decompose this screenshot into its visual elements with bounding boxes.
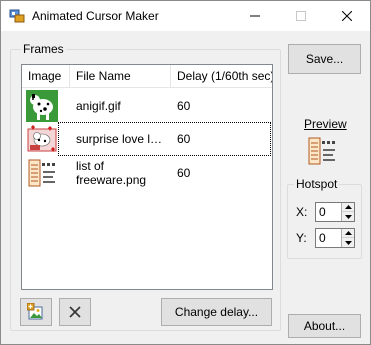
about-button[interactable]: About... <box>288 314 361 338</box>
arrow-down-icon <box>344 240 352 245</box>
file-name-text: anigif.gif <box>76 99 121 113</box>
hotspot-x-decrement[interactable] <box>342 212 354 221</box>
window-title: Animated Cursor Maker <box>32 9 159 23</box>
hotspot-x-spin-buttons <box>341 203 354 221</box>
frames-list[interactable]: Image File Name Delay (1/60th sec) anigi… <box>21 64 273 290</box>
arrow-up-icon <box>344 205 352 209</box>
hotspot-y-increment[interactable] <box>342 229 354 238</box>
arrow-up-icon <box>344 231 352 235</box>
frames-group-label: Frames <box>21 42 66 56</box>
add-frame-button[interactable] <box>20 298 52 326</box>
maximize-button[interactable] <box>278 1 324 31</box>
preview-image-icon <box>306 135 338 167</box>
file-name-text: list of <box>76 159 105 173</box>
delay-cell: 60 <box>177 99 191 113</box>
hotspot-group-label: Hotspot <box>294 177 340 191</box>
maximize-icon <box>296 11 306 21</box>
list-item[interactable]: list of freeware.png 60 <box>22 156 272 190</box>
delete-x-icon <box>69 306 81 318</box>
list-item[interactable]: surprise love lett... 60 <box>22 122 272 156</box>
minimize-icon <box>250 15 260 17</box>
change-delay-button[interactable]: Change delay... <box>161 298 272 326</box>
hotspot-y-stepper[interactable]: 0 <box>315 228 355 248</box>
list-document-thumbnail-icon <box>26 157 58 189</box>
file-name-text-line2: freeware.png <box>76 173 147 187</box>
delay-cell: 60 <box>177 166 191 180</box>
delete-frame-button[interactable] <box>59 298 91 326</box>
hotspot-y-value[interactable]: 0 <box>319 231 326 245</box>
app-icon <box>9 9 25 23</box>
hotspot-y-spin-buttons <box>341 229 354 247</box>
title-bar[interactable]: Animated Cursor Maker <box>1 1 370 31</box>
column-header-image[interactable]: Image <box>22 65 70 88</box>
dalmatian-dog-thumbnail-icon <box>26 90 58 122</box>
hotspot-x-increment[interactable] <box>342 203 354 212</box>
file-name-text: surprise love lett... <box>76 132 168 146</box>
preview-label: Preview <box>304 117 347 131</box>
hotspot-x-stepper[interactable]: 0 <box>315 202 355 222</box>
save-button[interactable]: Save... <box>288 44 361 74</box>
column-header-delay[interactable]: Delay (1/60th sec) <box>171 65 272 88</box>
dog-with-hearts-thumbnail-icon <box>26 123 58 155</box>
app-window: Animated Cursor Maker Frames Image File … <box>0 0 371 345</box>
close-button[interactable] <box>324 1 370 31</box>
add-image-icon <box>27 303 43 320</box>
file-name-cell: list of freeware.png <box>76 156 171 190</box>
close-icon <box>342 11 352 21</box>
list-item[interactable]: anigif.gif 60 <box>22 89 272 123</box>
file-name-cell: anigif.gif <box>76 89 171 123</box>
file-name-cell: surprise love lett... <box>76 122 171 156</box>
arrow-down-icon <box>344 214 352 219</box>
column-header-file-name[interactable]: File Name <box>70 65 171 88</box>
minimize-button[interactable] <box>232 1 278 31</box>
hotspot-y-label: Y: <box>296 231 307 245</box>
hotspot-x-value[interactable]: 0 <box>319 205 326 219</box>
list-header: Image File Name Delay (1/60th sec) <box>22 65 272 88</box>
delay-cell: 60 <box>177 132 191 146</box>
hotspot-x-label: X: <box>296 205 308 219</box>
hotspot-y-decrement[interactable] <box>342 238 354 247</box>
